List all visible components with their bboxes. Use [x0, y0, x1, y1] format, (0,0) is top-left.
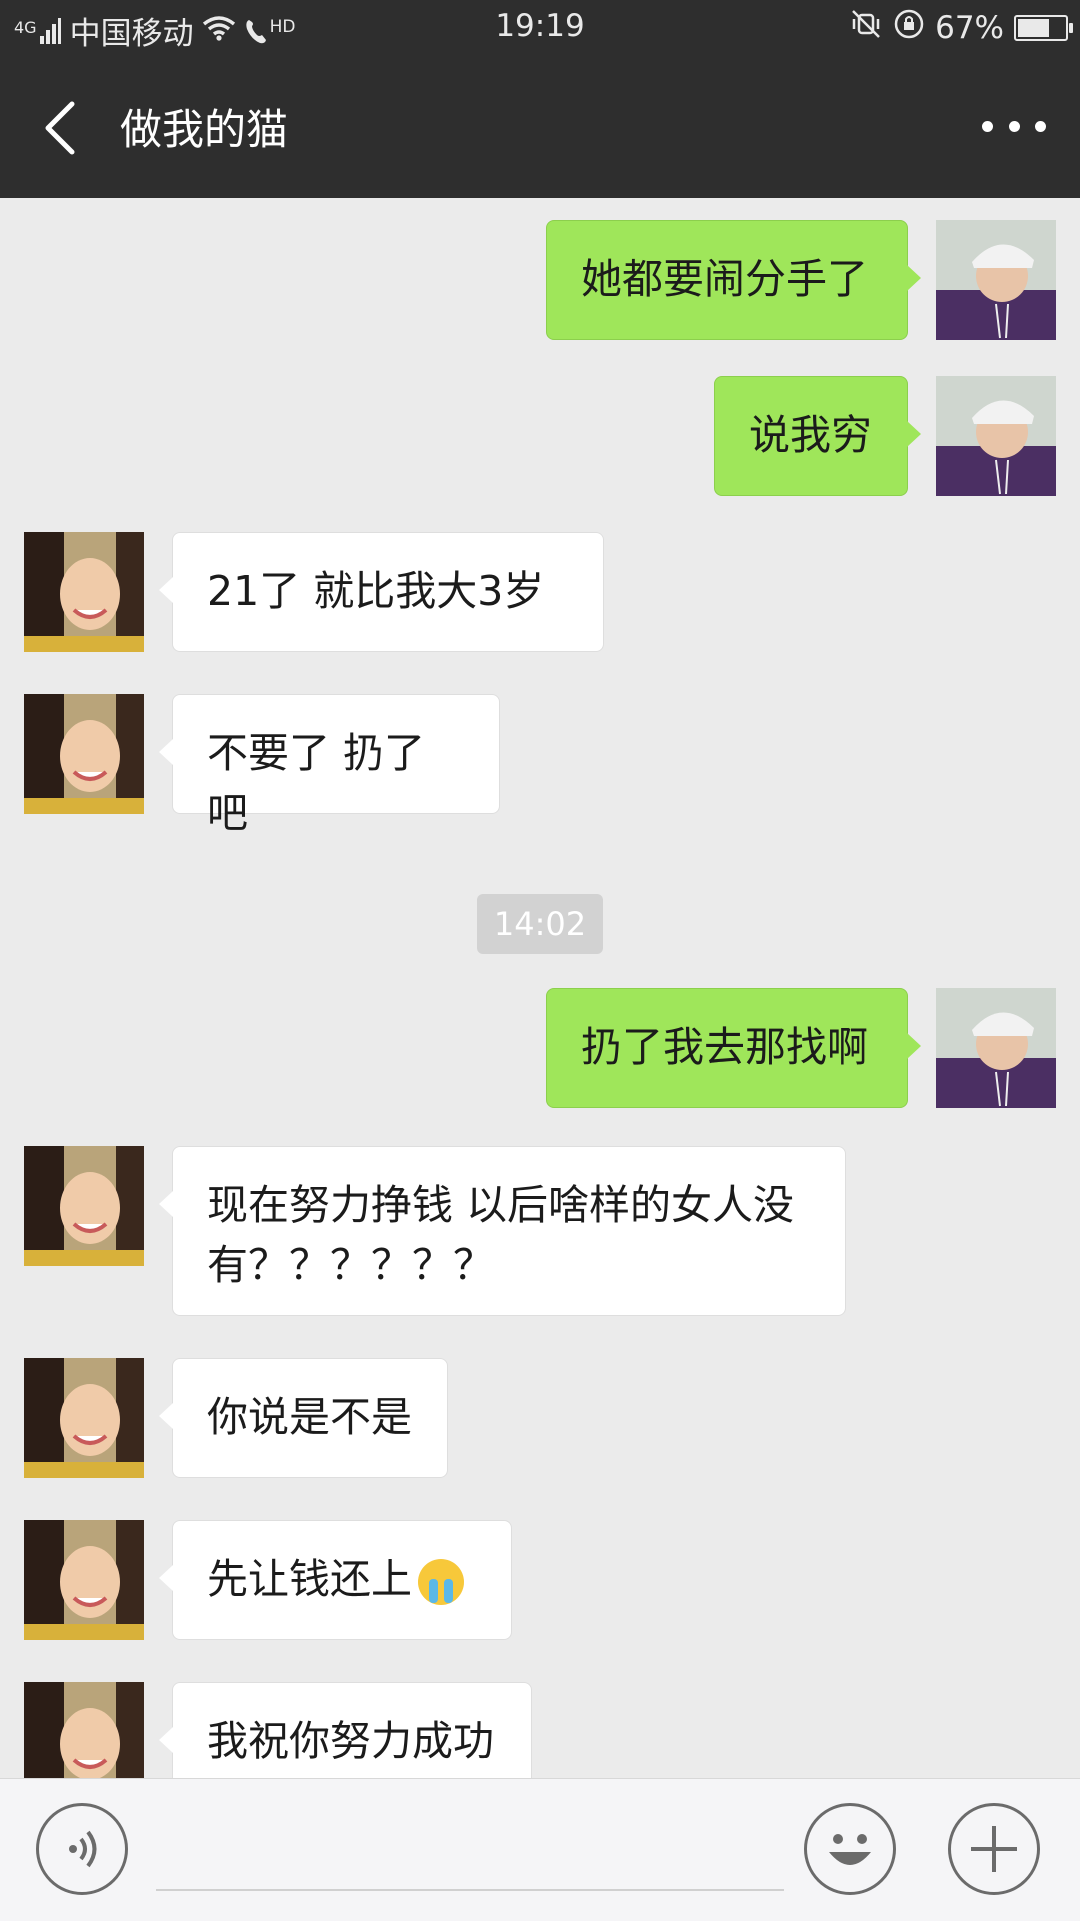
more-functions-button[interactable] [948, 1803, 1040, 1895]
message-bubble[interactable]: 不要了 扔了吧 [159, 694, 500, 837]
voice-button[interactable] [36, 1803, 128, 1895]
contact-avatar[interactable] [24, 1682, 144, 1778]
contact-avatar[interactable] [24, 1520, 144, 1640]
message-bubble[interactable]: 她都要闹分手了 [546, 220, 921, 340]
emoji-button[interactable] [804, 1803, 896, 1895]
chat-header: 做我的猫 [0, 56, 1080, 198]
my-avatar[interactable] [936, 220, 1056, 340]
contact-avatar[interactable] [24, 532, 144, 652]
voice-icon [69, 1830, 97, 1868]
chevron-left-icon [45, 101, 75, 155]
my-avatar[interactable] [936, 376, 1056, 496]
message-bubble[interactable]: 说我穷 [714, 376, 921, 496]
battery-icon [1014, 15, 1073, 41]
contact-avatar[interactable] [24, 1358, 144, 1478]
battery-percent: 67% [935, 10, 1004, 46]
more-dots-icon [982, 120, 993, 132]
message-timestamp: 14:02 [477, 894, 603, 954]
message-bubble[interactable]: 先让钱还上 [159, 1520, 512, 1640]
input-bar [0, 1778, 1080, 1921]
smiley-icon [829, 1834, 871, 1865]
mute-icon [849, 9, 883, 47]
battery-level [1018, 19, 1049, 37]
rotation-lock-icon [893, 8, 925, 48]
message-bubble[interactable]: 你说是不是 [159, 1358, 448, 1478]
status-bar: 4G 中国移动 HD 19:19 67% [0, 0, 1080, 56]
message-list[interactable]: 她都要闹分手了 说我穷 21了 就比我大3岁 不要了 扔了吧 14:02 扔了我… [0, 198, 1080, 1778]
message-input[interactable] [156, 1809, 784, 1891]
message-bubble[interactable]: 现在努力挣钱 以后啥样的女人没有？？？？？？ [159, 1146, 846, 1316]
message-text: 先让钱还上 [207, 1555, 412, 1603]
back-button[interactable] [38, 98, 84, 158]
more-button[interactable] [982, 106, 1046, 146]
message-bubble[interactable]: 我祝你努力成功 [159, 1682, 532, 1778]
contact-avatar[interactable] [24, 694, 144, 814]
message-bubble[interactable]: 21了 就比我大3岁 [159, 532, 604, 652]
chat-title: 做我的猫 [120, 105, 289, 154]
my-avatar[interactable] [936, 988, 1056, 1108]
message-bubble[interactable]: 扔了我去那找啊 [546, 988, 921, 1108]
crying-face-icon [418, 1559, 464, 1605]
contact-avatar[interactable] [24, 1146, 144, 1266]
plus-icon [971, 1826, 1017, 1872]
